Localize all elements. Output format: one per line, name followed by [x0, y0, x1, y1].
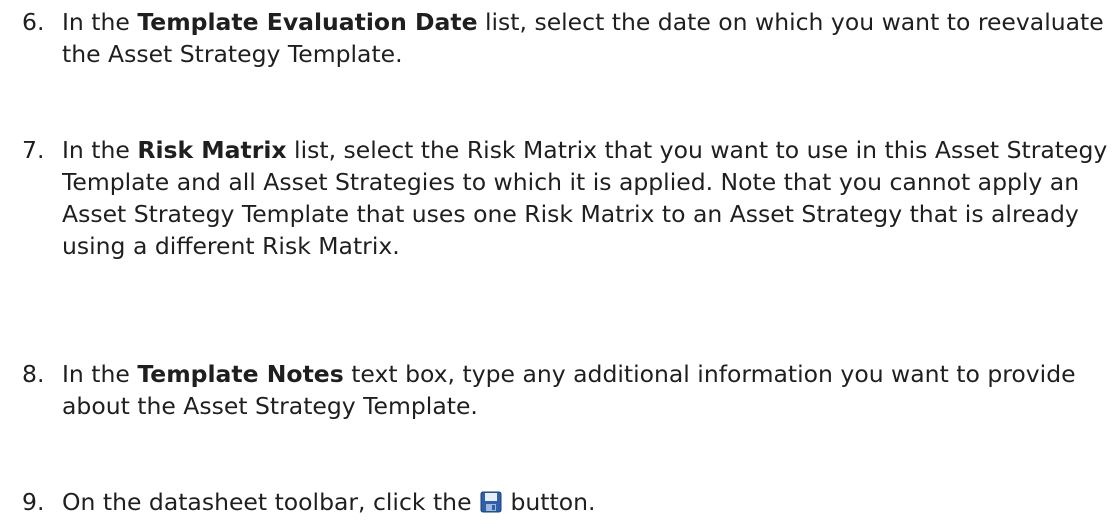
field-name-template-notes: Template Notes	[137, 360, 344, 388]
field-name-template-evaluation-date: Template Evaluation Date	[137, 8, 478, 36]
step-7: 7. In the Risk Matrix list, select the R…	[22, 134, 1112, 262]
step-number: 6.	[22, 8, 45, 36]
step-text: In the Template Notes text box, type any…	[62, 358, 1112, 422]
step-text: In the Template Evaluation Date list, se…	[62, 6, 1112, 70]
step-suffix: button.	[503, 488, 596, 516]
field-name-risk-matrix: Risk Matrix	[137, 136, 287, 164]
step-prefix: On the datasheet toolbar, click the	[62, 488, 479, 516]
step-8: 8. In the Template Notes text box, type …	[22, 358, 1112, 422]
step-text: On the datasheet toolbar, click the butt…	[62, 486, 1112, 518]
save-icon-graphic	[480, 491, 502, 513]
step-text: In the Risk Matrix list, select the Risk…	[62, 134, 1112, 262]
step-6: 6. In the Template Evaluation Date list,…	[22, 6, 1112, 70]
step-number: 8.	[22, 360, 45, 388]
step-prefix: In the	[62, 360, 138, 388]
step-number: 7.	[22, 136, 45, 164]
save-icon	[480, 489, 502, 513]
step-prefix: In the	[62, 136, 138, 164]
step-prefix: In the	[62, 8, 138, 36]
step-number: 9.	[22, 488, 45, 516]
step-9: 9. On the datasheet toolbar, click the b…	[22, 486, 1112, 518]
